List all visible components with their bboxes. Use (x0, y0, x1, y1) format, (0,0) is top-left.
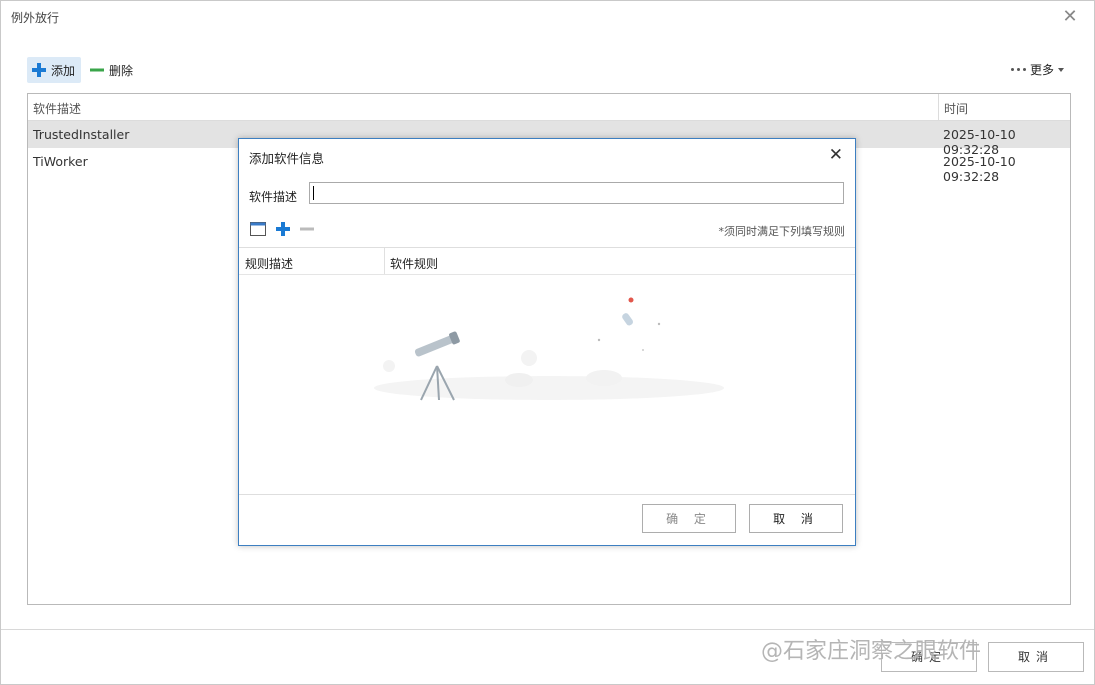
dialog-title: 添加软件信息 (249, 151, 325, 166)
more-menu-button[interactable]: 更多 (1010, 61, 1064, 78)
column-divider[interactable] (938, 94, 939, 120)
dialog-confirm-button[interactable]: 确 定 (642, 504, 736, 533)
rule-table-header: 规则描述 软件规则 (239, 248, 855, 275)
watermark: @石家庄洞察之眼软件 (761, 639, 982, 664)
more-label: 更多 (1029, 63, 1054, 77)
footer-divider (1, 629, 1094, 630)
software-desc-input[interactable] (309, 182, 844, 204)
dialog-close-icon[interactable]: ✕ (829, 145, 843, 165)
column-header-time[interactable]: 时间 (944, 100, 968, 117)
table-header: 软件描述 时间 (28, 94, 1070, 121)
software-desc-label: 软件描述 (249, 190, 298, 204)
window-close-icon[interactable]: ✕ (1060, 7, 1080, 27)
delete-button-label: 删除 (109, 63, 134, 78)
remove-rule-icon[interactable] (299, 221, 315, 237)
rule-table: 规则描述 软件规则 (239, 247, 855, 495)
row-time: 2025-10-10 09:32:28 (943, 154, 1016, 184)
minus-icon (90, 68, 105, 72)
text-cursor (313, 186, 314, 200)
more-dots-icon (1010, 68, 1026, 71)
rule-toolbar (250, 221, 315, 237)
column-header-software-rule[interactable]: 软件规则 (390, 255, 438, 272)
plus-icon (32, 63, 46, 77)
column-header-rule-desc[interactable]: 规则描述 (245, 255, 293, 272)
row-desc: TrustedInstaller (33, 127, 130, 142)
rule-hint: *须同时满足下列填写规则 (718, 225, 846, 238)
row-desc: TiWorker (33, 154, 88, 169)
column-divider[interactable] (384, 248, 385, 274)
toolbar: 添加 删除 (27, 57, 139, 83)
add-button[interactable]: 添加 (27, 57, 82, 83)
window-icon[interactable] (250, 221, 267, 237)
empty-state-telescope-illustration (374, 297, 724, 401)
add-software-dialog: 添加软件信息 ✕ 软件描述 *须同时满足下列填写规则 规则描述 软件规则 确 定… (238, 138, 856, 546)
window-title: 例外放行 (11, 11, 60, 25)
cancel-button[interactable]: 取消 (988, 642, 1084, 672)
chevron-down-icon (1058, 67, 1064, 72)
delete-button[interactable]: 删除 (85, 57, 139, 83)
add-rule-icon[interactable] (275, 221, 291, 237)
dialog-cancel-button[interactable]: 取 消 (749, 504, 843, 533)
column-header-desc[interactable]: 软件描述 (33, 100, 81, 117)
add-button-label: 添加 (51, 63, 76, 78)
